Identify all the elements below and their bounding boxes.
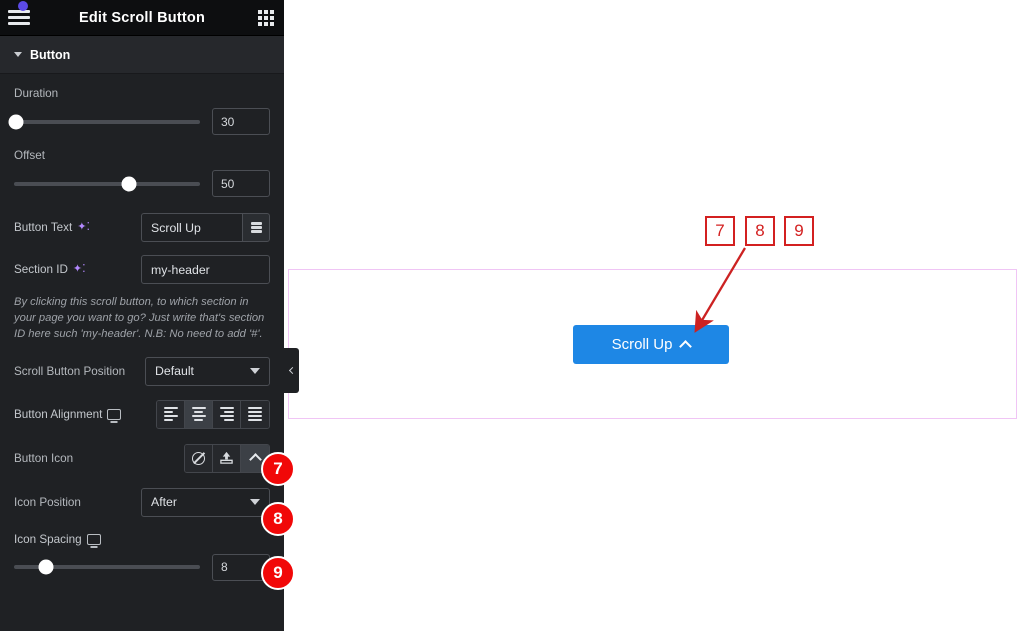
control-button-alignment: Button Alignment bbox=[14, 399, 270, 429]
button-text-input[interactable]: Scroll Up bbox=[141, 213, 242, 242]
control-section-id: Section ID ✦⁚ my-header bbox=[14, 255, 270, 284]
annotation-box-9: 9 bbox=[784, 216, 814, 246]
icon-spacing-slider-row: 8 bbox=[14, 553, 270, 581]
offset-label: Offset bbox=[14, 149, 45, 162]
icon-position-label: Icon Position bbox=[14, 495, 81, 509]
app-root: Edit Scroll Button Button Duration 30 Of… bbox=[0, 0, 1024, 631]
scroll-button-position-select[interactable]: Default bbox=[145, 356, 270, 386]
icon-spacing-slider[interactable] bbox=[14, 559, 200, 575]
control-scroll-button-position: Scroll Button Position Default bbox=[14, 356, 270, 386]
preview-canvas: Scroll Up bbox=[284, 0, 1024, 631]
align-left-option[interactable] bbox=[157, 400, 185, 428]
upload-icon-option[interactable] bbox=[213, 444, 241, 472]
button-text-label: Button Text bbox=[14, 221, 73, 234]
offset-slider[interactable] bbox=[14, 176, 200, 191]
grid-icon[interactable] bbox=[258, 10, 274, 26]
button-text-input-group: Scroll Up bbox=[141, 213, 270, 242]
button-alignment-label-wrap: Button Alignment bbox=[14, 407, 122, 421]
elementor-edit-panel: Edit Scroll Button Button Duration 30 Of… bbox=[0, 0, 284, 631]
control-button-text: Button Text ✦⁚ Scroll Up bbox=[14, 213, 270, 242]
offset-slider-knob[interactable] bbox=[121, 176, 137, 191]
database-stack-icon[interactable] bbox=[242, 213, 270, 242]
notification-dot-badge bbox=[18, 1, 28, 11]
chevron-down-icon bbox=[14, 52, 22, 57]
section-header-button[interactable]: Button bbox=[0, 36, 284, 74]
icon-spacing-slider-knob[interactable] bbox=[38, 559, 54, 575]
align-right-option[interactable] bbox=[213, 400, 241, 428]
duration-slider[interactable] bbox=[8, 114, 200, 129]
chevron-up-icon bbox=[679, 339, 693, 353]
annotation-badge-7: 7 bbox=[261, 452, 295, 486]
ai-sparkle-icon[interactable]: ✦⁚ bbox=[73, 264, 86, 275]
chevron-down-icon bbox=[250, 368, 260, 375]
ai-sparkle-icon[interactable]: ✦⁚ bbox=[77, 222, 90, 233]
icon-spacing-label: Icon Spacing bbox=[14, 532, 82, 546]
scroll-up-button-label: Scroll Up bbox=[611, 336, 673, 353]
section-title: Button bbox=[30, 47, 71, 62]
offset-slider-row: 50 bbox=[14, 170, 270, 197]
monitor-icon[interactable] bbox=[86, 533, 101, 545]
section-id-label: Section ID bbox=[14, 263, 68, 276]
button-text-label-wrap: Button Text ✦⁚ bbox=[14, 221, 90, 234]
panel-collapse-handle[interactable] bbox=[284, 348, 299, 393]
annotation-badge-8: 8 bbox=[261, 502, 295, 536]
button-alignment-choices bbox=[156, 399, 270, 429]
duration-label: Duration bbox=[14, 87, 59, 100]
section-id-input[interactable]: my-header bbox=[141, 255, 270, 284]
control-icon-position: Icon Position After bbox=[14, 487, 270, 517]
panel-body: Duration 30 Offset 50 Button Text ✦⁚ Scr… bbox=[0, 87, 284, 581]
offset-input[interactable]: 50 bbox=[212, 170, 270, 197]
duration-slider-row: 30 bbox=[8, 108, 270, 135]
none-icon-option[interactable] bbox=[185, 444, 213, 472]
duration-slider-knob[interactable] bbox=[8, 114, 24, 129]
icon-spacing-label-wrap: Icon Spacing bbox=[14, 533, 270, 546]
button-icon-choices bbox=[184, 443, 270, 473]
section-id-help-text: By clicking this scroll button, to which… bbox=[14, 296, 265, 341]
scroll-button-position-label: Scroll Button Position bbox=[14, 364, 126, 378]
annotation-badge-9: 9 bbox=[261, 556, 295, 590]
icon-position-select[interactable]: After bbox=[141, 487, 270, 517]
button-icon-label: Button Icon bbox=[14, 451, 74, 465]
panel-title: Edit Scroll Button bbox=[78, 9, 206, 26]
annotation-box-8: 8 bbox=[745, 216, 775, 246]
monitor-icon[interactable] bbox=[107, 408, 122, 420]
align-center-option[interactable] bbox=[185, 400, 213, 428]
control-button-icon: Button Icon bbox=[14, 443, 270, 473]
control-icon-spacing: Icon Spacing 8 bbox=[14, 533, 270, 581]
duration-input[interactable]: 30 bbox=[212, 108, 270, 135]
panel-header: Edit Scroll Button bbox=[0, 0, 284, 36]
align-justify-option[interactable] bbox=[241, 400, 269, 428]
control-duration: Duration 30 bbox=[8, 87, 270, 135]
annotation-box-7: 7 bbox=[705, 216, 735, 246]
scroll-up-button[interactable]: Scroll Up bbox=[573, 325, 729, 364]
section-id-label-wrap: Section ID ✦⁚ bbox=[14, 263, 86, 276]
icon-position-value: After bbox=[151, 495, 177, 510]
none-icon bbox=[192, 451, 205, 465]
button-alignment-label: Button Alignment bbox=[14, 407, 103, 421]
scroll-button-position-value: Default bbox=[155, 364, 194, 379]
chevron-left-icon bbox=[288, 366, 297, 375]
chevron-up-icon bbox=[248, 453, 262, 467]
upload-icon bbox=[220, 452, 233, 464]
control-offset: Offset 50 bbox=[14, 149, 270, 197]
chevron-down-icon bbox=[250, 499, 260, 506]
